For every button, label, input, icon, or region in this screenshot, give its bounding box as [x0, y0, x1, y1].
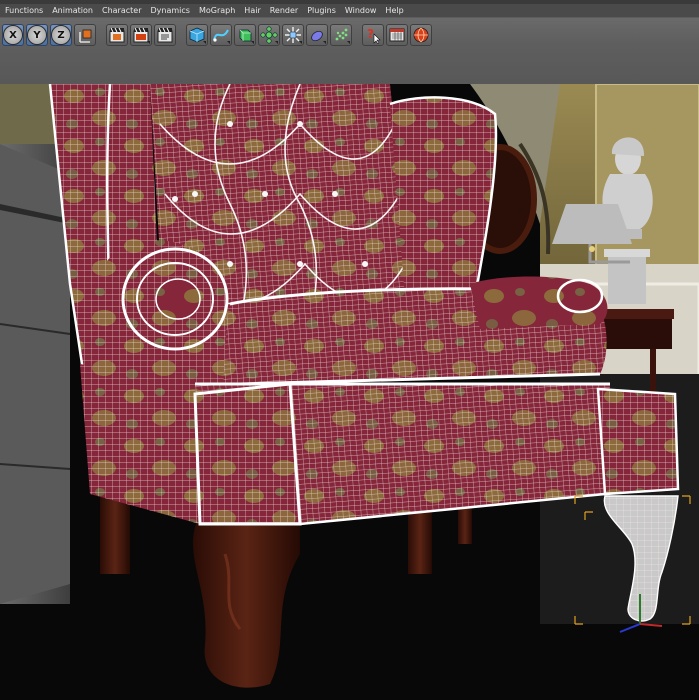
menu-character[interactable]: Character	[97, 4, 146, 17]
web-globe-button[interactable]	[410, 24, 432, 46]
render-picture-viewer-button[interactable]	[130, 24, 152, 46]
main-toolbar: X Y Z ?	[0, 18, 699, 84]
render-settings-button[interactable]	[154, 24, 176, 46]
menu-mograph[interactable]: MoGraph	[194, 4, 239, 17]
viewport-scene	[0, 84, 699, 700]
menu-window[interactable]: Window	[340, 4, 381, 17]
coordinate-system-button[interactable]	[74, 24, 96, 46]
toolbar-row: X Y Z ?	[2, 21, 432, 49]
z-axis-lock-button[interactable]: Z	[50, 24, 72, 46]
environment-sky-button[interactable]	[306, 24, 328, 46]
menu-hair[interactable]: Hair	[239, 4, 264, 17]
deformer-button[interactable]	[282, 24, 304, 46]
menu-list: Functions Animation Character Dynamics M…	[0, 4, 408, 17]
calendar-tag-button[interactable]	[386, 24, 408, 46]
x-axis-icon: X	[3, 25, 23, 45]
y-axis-icon: Y	[27, 25, 47, 45]
menu-help[interactable]: Help	[380, 4, 407, 17]
menu-dynamics[interactable]: Dynamics	[146, 4, 194, 17]
menu-functions[interactable]: Functions	[0, 4, 47, 17]
menu-plugins[interactable]: Plugins	[302, 4, 340, 17]
web-globe-icon	[413, 27, 429, 43]
help-pointer-button[interactable]: ?	[362, 24, 384, 46]
spline-pen-button[interactable]	[210, 24, 232, 46]
nurbs-extrude-button[interactable]	[234, 24, 256, 46]
array-cloner-button[interactable]	[258, 24, 280, 46]
render-view-button[interactable]	[106, 24, 128, 46]
calendar-tag-icon	[389, 28, 405, 42]
help-pointer-icon: ?	[367, 27, 381, 44]
menu-animation[interactable]: Animation	[47, 4, 97, 17]
z-axis-icon: Z	[51, 25, 71, 45]
menu-bar: Functions Animation Character Dynamics M…	[0, 0, 699, 18]
coordinate-system-icon	[79, 29, 92, 43]
menu-render[interactable]: Render	[265, 4, 302, 17]
x-axis-lock-button[interactable]: X	[2, 24, 24, 46]
3d-viewport[interactable]	[0, 84, 699, 700]
svg-text:?: ?	[367, 27, 374, 41]
cube-primitive-button[interactable]	[186, 24, 208, 46]
particle-emitter-button[interactable]	[330, 24, 352, 46]
render-settings-icon	[157, 27, 173, 43]
y-axis-lock-button[interactable]: Y	[26, 24, 48, 46]
render-view-icon	[109, 27, 125, 43]
cinema4d-window: Functions Animation Character Dynamics M…	[0, 0, 699, 700]
